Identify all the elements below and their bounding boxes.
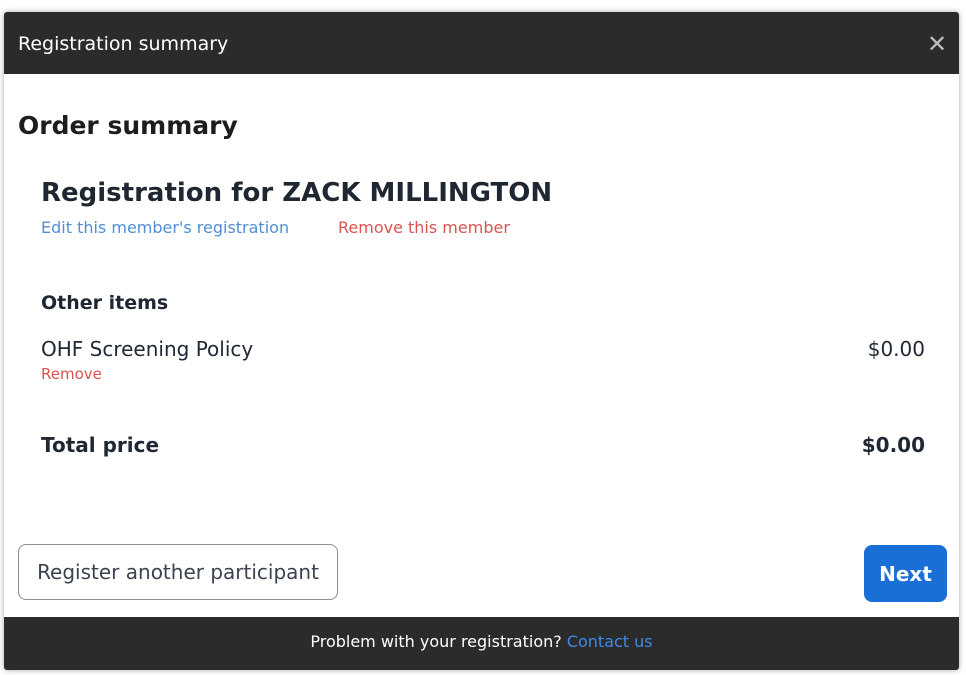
close-icon[interactable]: ✕ [927,32,947,56]
order-summary-heading: Order summary [18,111,238,140]
remove-member-link[interactable]: Remove this member [338,218,510,237]
registration-summary-modal: Registration summary ✕ Order summary Reg… [4,12,959,670]
register-another-participant-button[interactable]: Register another participant [18,544,338,600]
modal-footer: Problem with your registration? Contact … [4,617,959,670]
modal-title: Registration summary [18,33,229,55]
registration-title: Registration for ZACK MILLINGTON [41,178,553,208]
footer-text: Problem with your registration? Contact … [310,632,652,651]
total-price-label: Total price [41,433,160,457]
item-price: $0.00 [867,337,925,361]
remove-item-link[interactable]: Remove [41,365,102,383]
modal-header: Registration summary ✕ [4,12,959,74]
item-name: OHF Screening Policy [41,337,254,361]
footer-message: Problem with your registration? [310,632,567,651]
total-price-value: $0.00 [861,433,925,457]
edit-registration-link[interactable]: Edit this member's registration [41,218,289,237]
contact-us-link[interactable]: Contact us [567,632,653,651]
next-button[interactable]: Next [864,545,947,602]
other-items-heading: Other items [41,292,169,314]
